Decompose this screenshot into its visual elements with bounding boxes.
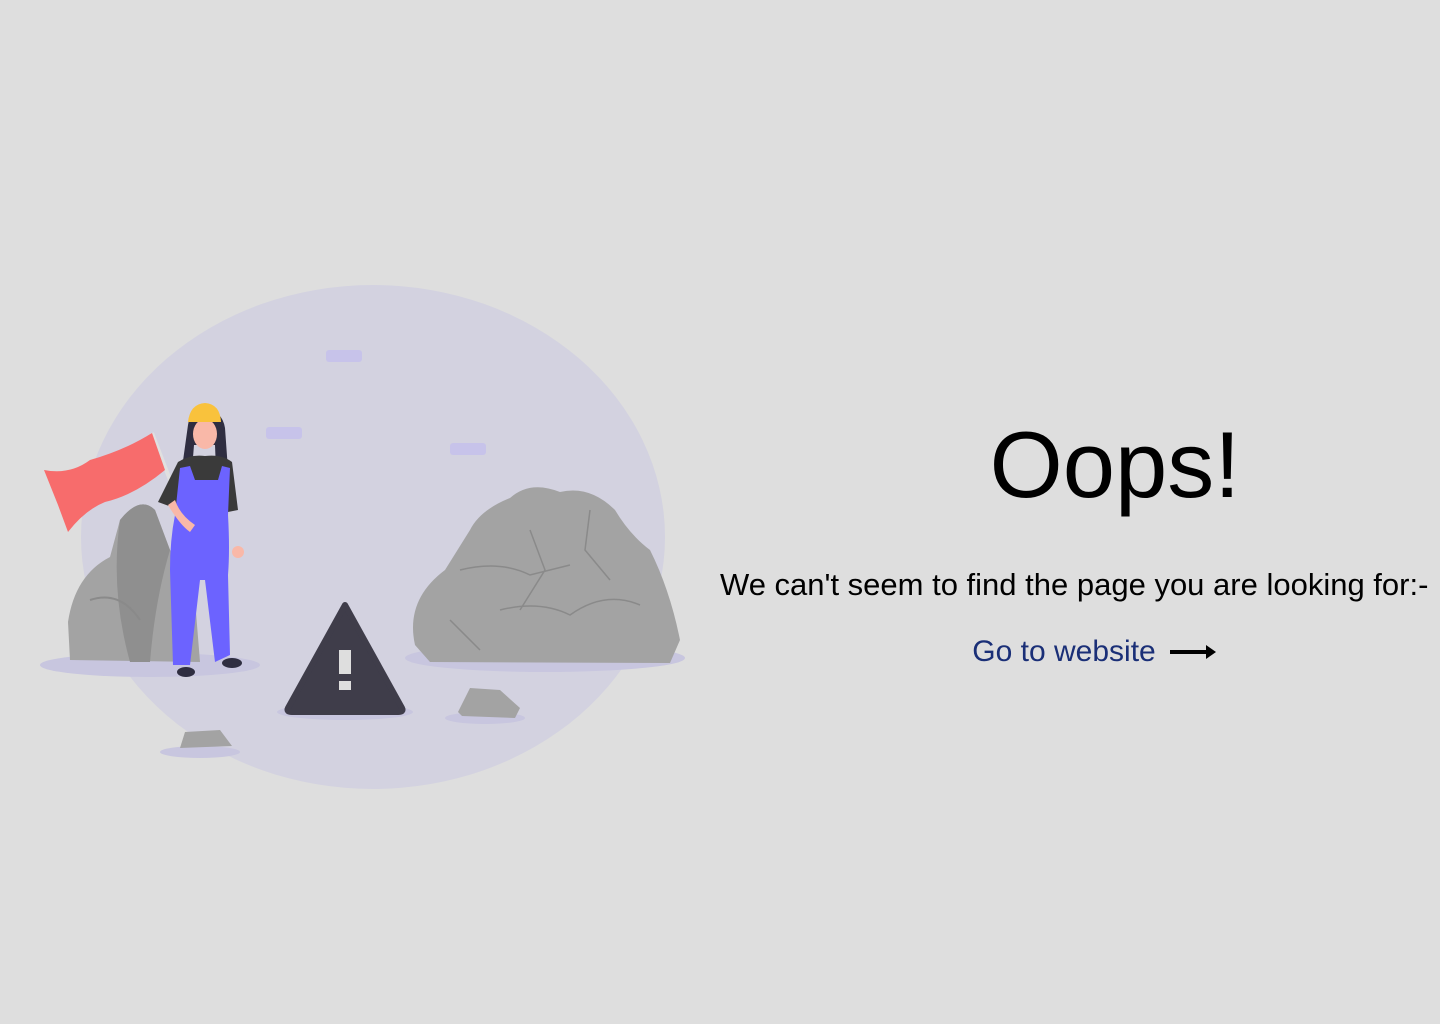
go-to-website-link-label[interactable]: Go to website xyxy=(972,635,1155,669)
error-message: We can't seem to find the page you are l… xyxy=(720,567,1429,602)
go-to-website-link[interactable]: Go to website xyxy=(927,635,1217,669)
error-content: Oops! We can't seem to find the page you… xyxy=(720,405,1429,669)
page-title: Oops! xyxy=(989,412,1241,517)
arrow-right-icon xyxy=(1169,645,1216,659)
not-found-illustration xyxy=(40,285,685,789)
error-page: Oops! We can't seem to find the page you… xyxy=(0,0,1440,1024)
